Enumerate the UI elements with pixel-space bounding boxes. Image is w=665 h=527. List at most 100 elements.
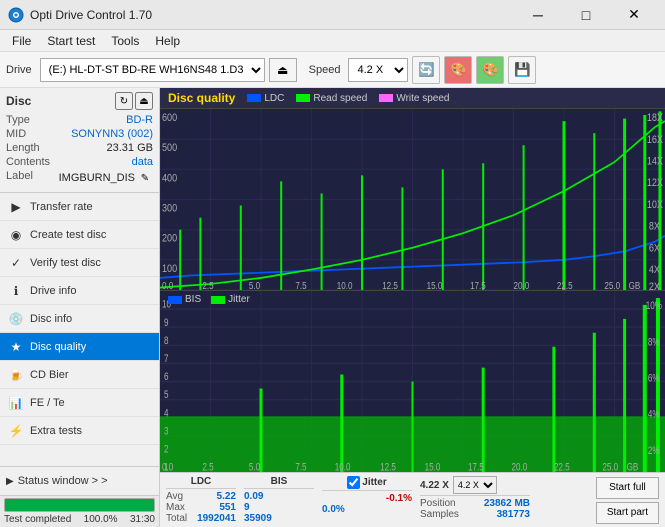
eject-button[interactable]: ⏏ — [269, 58, 297, 82]
start-part-button[interactable]: Start part — [596, 502, 659, 524]
disc-contents-label: Contents — [6, 156, 50, 168]
stats-jitter-max-row: 0.0% — [322, 504, 412, 515]
sidebar-item-transfer-rate[interactable]: ▶ Transfer rate — [0, 193, 159, 221]
legend-write-speed: Write speed — [379, 93, 449, 104]
save-button[interactable]: 💾 — [508, 56, 536, 84]
maximize-button[interactable]: □ — [563, 0, 609, 30]
sidebar-item-disc-info-label: Disc info — [30, 313, 72, 325]
disc-section: Disc ↻ ⏏ Type BD-R MID SONYNN3 (002) Len… — [0, 88, 159, 193]
disc-label-edit-button[interactable]: ✎ — [137, 170, 153, 186]
svg-text:6X: 6X — [649, 243, 660, 255]
svg-text:2.5: 2.5 — [202, 280, 213, 290]
verify-test-disc-icon: ✓ — [8, 255, 24, 271]
svg-text:GB: GB — [627, 461, 639, 472]
sidebar-item-fe-te-label: FE / Te — [30, 397, 65, 409]
legend-bis: BIS — [168, 294, 201, 305]
drive-select[interactable]: (E:) HL-DT-ST BD-RE WH16NS48 1.D3 — [40, 58, 265, 82]
sidebar-item-extra-tests-label: Extra tests — [30, 425, 82, 437]
svg-text:7.5: 7.5 — [295, 280, 306, 290]
stats-position-row: Position 23862 MB — [420, 498, 530, 509]
legend-ldc-label: LDC — [264, 93, 284, 104]
svg-text:17.5: 17.5 — [470, 280, 486, 290]
stats-position-value: 23862 MB — [484, 498, 530, 509]
legend-jitter: Jitter — [211, 294, 250, 305]
stats-bis-avg: 0.09 — [244, 491, 263, 502]
svg-text:10X: 10X — [647, 199, 663, 211]
start-full-button[interactable]: Start full — [596, 477, 659, 499]
stats-position-label: Position — [420, 498, 456, 509]
disc-eject-button[interactable]: ⏏ — [135, 92, 153, 110]
cd-bier-icon: 🍺 — [8, 367, 24, 383]
stats-bis-max-row: 9 — [244, 502, 314, 513]
sidebar-item-create-test-disc[interactable]: ◉ Create test disc — [0, 221, 159, 249]
minimize-button[interactable]: ─ — [515, 0, 561, 30]
fe-te-icon: 📊 — [8, 395, 24, 411]
sidebar-item-create-test-disc-label: Create test disc — [30, 229, 106, 241]
legend-jitter-label: Jitter — [228, 294, 250, 305]
disc-contents-value: data — [132, 156, 153, 168]
app-title: Opti Drive Control 1.70 — [30, 8, 515, 22]
menu-tools[interactable]: Tools — [103, 32, 147, 50]
menu-file[interactable]: File — [4, 32, 39, 50]
sidebar-item-cd-bier[interactable]: 🍺 CD Bier — [0, 361, 159, 389]
svg-text:5: 5 — [164, 389, 168, 402]
jitter-checkbox[interactable] — [347, 476, 360, 489]
drive-info-icon: ℹ — [8, 283, 24, 299]
svg-text:22.5: 22.5 — [557, 280, 573, 290]
stats-ldc-avg-row: Avg 5.22 — [166, 491, 236, 502]
sidebar-item-disc-info[interactable]: 💿 Disc info — [0, 305, 159, 333]
stats-bis-header: BIS — [244, 476, 314, 489]
chart1-svg: 600 500 400 300 200 100 18X 16X 14X 12X … — [160, 109, 665, 290]
disc-mid-value: SONYNN3 (002) — [71, 128, 153, 140]
svg-text:2.5: 2.5 — [202, 461, 213, 472]
svg-text:22.5: 22.5 — [554, 461, 570, 472]
stats-samples-value: 381773 — [497, 509, 530, 520]
svg-text:8%: 8% — [648, 336, 660, 349]
svg-text:9: 9 — [164, 317, 168, 330]
close-button[interactable]: ✕ — [611, 0, 657, 30]
sidebar-item-drive-info[interactable]: ℹ Drive info — [0, 277, 159, 305]
sidebar-item-disc-quality[interactable]: ★ Disc quality — [0, 333, 159, 361]
legend-read-speed-label: Read speed — [313, 93, 367, 104]
stats-ldc-max: 551 — [219, 502, 236, 513]
action-buttons: Start full Start part — [596, 476, 659, 524]
disc-type-label: Type — [6, 114, 30, 126]
disc-length-value: 23.31 GB — [107, 142, 153, 154]
svg-text:600: 600 — [162, 112, 178, 124]
charts-container: 600 500 400 300 200 100 18X 16X 14X 12X … — [160, 109, 665, 472]
svg-text:12.5: 12.5 — [380, 461, 396, 472]
sidebar-item-verify-test-disc[interactable]: ✓ Verify test disc — [0, 249, 159, 277]
sidebar-item-cd-bier-label: CD Bier — [30, 369, 69, 381]
content-area: Disc quality LDC Read speed Write speed — [160, 88, 665, 527]
sidebar-item-disc-quality-label: Disc quality — [30, 341, 86, 353]
status-window-item[interactable]: ▶ Status window > > — [0, 469, 159, 493]
refresh-button[interactable]: 🔄 — [412, 56, 440, 84]
stats-speed-col: 4.22 X 4.2 X Position 23862 MB Samples 3… — [420, 476, 530, 524]
main-layout: Disc ↻ ⏏ Type BD-R MID SONYNN3 (002) Len… — [0, 88, 665, 527]
stats-bis-col: BIS 0.09 9 35909 — [244, 476, 314, 524]
stats-speed-header: 4.22 X 4.2 X — [420, 476, 530, 496]
svg-text:25.0: 25.0 — [604, 280, 620, 290]
disc-refresh-button[interactable]: ↻ — [115, 92, 133, 110]
sidebar-item-extra-tests[interactable]: ⚡ Extra tests — [0, 417, 159, 445]
color2-button[interactable]: 🎨 — [476, 56, 504, 84]
svg-text:16X: 16X — [647, 134, 663, 146]
legend-bis-color — [168, 296, 182, 304]
svg-text:2%: 2% — [648, 445, 660, 458]
menu-help[interactable]: Help — [147, 32, 188, 50]
stats-samples-label: Samples — [420, 509, 459, 520]
speed-val: 4.22 X — [420, 480, 449, 491]
svg-text:500: 500 — [162, 143, 178, 155]
legend-jitter-color — [211, 296, 225, 304]
sidebar-item-fe-te[interactable]: 📊 FE / Te — [0, 389, 159, 417]
legend-read-speed: Read speed — [296, 93, 367, 104]
disc-quality-icon: ★ — [8, 339, 24, 355]
svg-text:0.0: 0.0 — [162, 280, 173, 290]
stats-speed-select[interactable]: 4.2 X — [453, 476, 497, 494]
color1-button[interactable]: 🎨 — [444, 56, 472, 84]
svg-text:200: 200 — [162, 233, 178, 245]
menu-start-test[interactable]: Start test — [39, 32, 103, 50]
speed-select[interactable]: 4.2 X — [348, 58, 408, 82]
svg-text:15.0: 15.0 — [427, 280, 443, 290]
stats-avg-label: Avg — [166, 491, 183, 502]
